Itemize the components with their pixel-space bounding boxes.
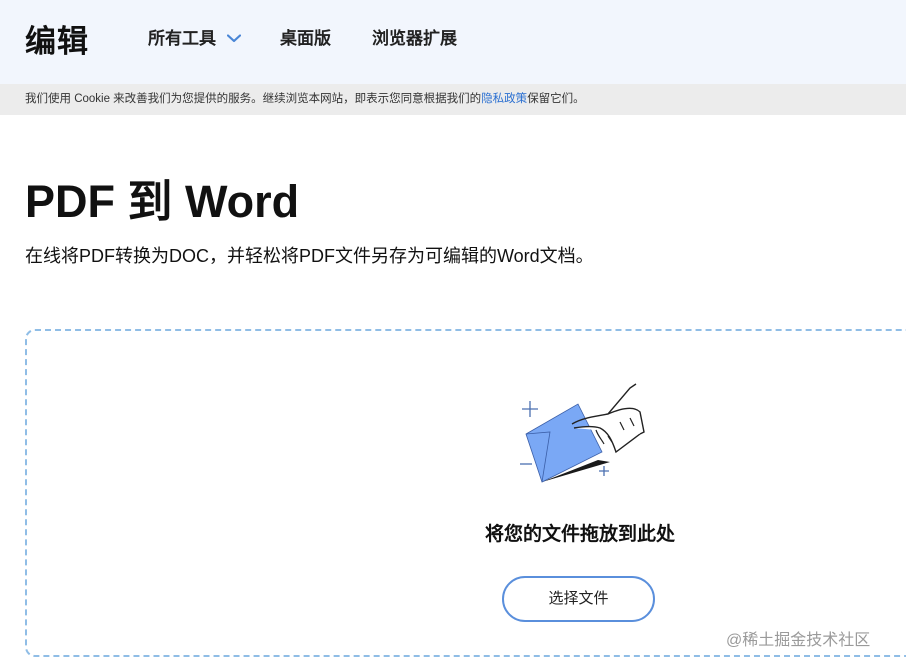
site-logo[interactable]: 编辑 [25, 16, 89, 61]
nav-all-tools[interactable]: 所有工具 [148, 24, 241, 49]
cookie-text-end: 保留它们。 [527, 93, 585, 105]
choose-file-button[interactable]: 选择文件 [502, 576, 655, 622]
cookie-banner: 我们使用 Cookie 来改善我们为您提供的服务。继续浏览本网站，即表示您同意根… [0, 84, 906, 115]
page-subtitle: 在线将PDF转换为DOC，并轻松将PDF文件另存为可编辑的Word文档。 [25, 246, 594, 266]
drop-instruction: 将您的文件拖放到此处 [484, 524, 675, 545]
nav-browser-extension[interactable]: 浏览器扩展 [372, 24, 457, 49]
chevron-down-icon [226, 33, 241, 42]
page-title: PDF 到 Word [25, 176, 300, 227]
cookie-text: 我们使用 Cookie 来改善我们为您提供的服务。继续浏览本网站，即表示您同意根… [25, 93, 482, 105]
privacy-policy-link[interactable]: 隐私政策 [481, 93, 527, 105]
watermark: @稀土掘金技术社区 [726, 632, 871, 649]
top-header: 编辑 所有工具 桌面版 浏览器扩展 [0, 0, 906, 84]
hand-drop-file-icon [520, 383, 645, 483]
nav-desktop[interactable]: 桌面版 [280, 24, 331, 49]
nav-all-tools-label: 所有工具 [148, 29, 216, 48]
file-dropzone[interactable] [25, 329, 906, 657]
